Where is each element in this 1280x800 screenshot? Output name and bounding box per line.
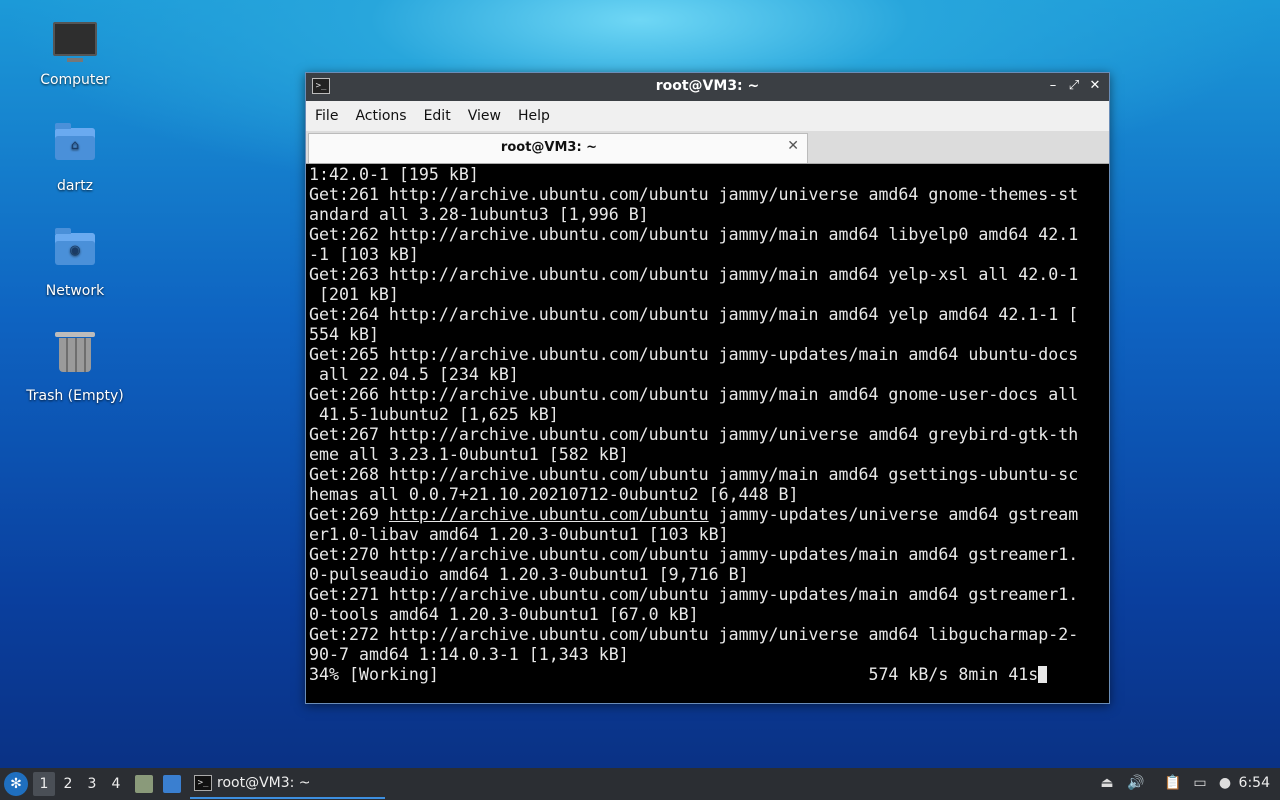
terminal-link[interactable]: http://archive.ubuntu.com/ubuntu bbox=[389, 505, 709, 524]
clock[interactable]: 6:54 bbox=[1239, 775, 1270, 791]
desktop-icon-network[interactable]: ◉ Network bbox=[20, 227, 130, 299]
terminal-line: er1.0-libav amd64 1.20.3-0ubuntu1 [103 k… bbox=[309, 525, 729, 544]
terminal-line: all 22.04.5 [234 kB] bbox=[309, 365, 519, 384]
desktop-icon-trash[interactable]: Trash (Empty) bbox=[20, 332, 130, 404]
terminal-line: Get:270 http://archive.ubuntu.com/ubuntu… bbox=[309, 545, 1079, 564]
terminal-line: 554 kB] bbox=[309, 325, 379, 344]
desktop-icon-label: dartz bbox=[56, 178, 94, 194]
menu-view[interactable]: View bbox=[459, 101, 509, 124]
volume-icon[interactable]: 🔊 bbox=[1127, 774, 1145, 792]
whisker-menu-button[interactable]: ✻ bbox=[4, 772, 28, 796]
terminal-line: Get:267 http://archive.ubuntu.com/ubuntu… bbox=[309, 425, 1079, 444]
terminal-line: Get:272 http://archive.ubuntu.com/ubuntu… bbox=[309, 625, 1079, 644]
desktop-icon-dartz[interactable]: ⌂ dartz bbox=[20, 122, 130, 194]
terminal-line: andard all 3.28-1ubuntu3 [1,996 B] bbox=[309, 205, 649, 224]
terminal-line: Get:269 http://archive.ubuntu.com/ubuntu… bbox=[309, 505, 1079, 524]
eject-icon[interactable]: ⏏ bbox=[1098, 774, 1116, 792]
terminal-line: 0-tools amd64 1.20.3-0ubuntu1 [67.0 kB] bbox=[309, 605, 699, 624]
window-titlebar[interactable]: >_ root@VM3: ~ – ⤢ ✕ bbox=[306, 73, 1109, 101]
terminal-line: Get:261 http://archive.ubuntu.com/ubuntu… bbox=[309, 185, 1079, 204]
notification-icon[interactable]: ● bbox=[1216, 774, 1234, 792]
task-terminal[interactable]: >_ root@VM3: ~ bbox=[190, 771, 385, 799]
file-manager-launcher-icon[interactable] bbox=[135, 775, 153, 793]
tab-terminal[interactable]: root@VM3: ~ ✕ bbox=[308, 133, 808, 163]
menu-edit[interactable]: Edit bbox=[415, 101, 459, 124]
terminal-line: hemas all 0.0.7+21.10.20210712-0ubuntu2 … bbox=[309, 485, 799, 504]
menu-bar: File Actions Edit View Help bbox=[306, 101, 1109, 131]
terminal-line: 41.5-1ubuntu2 [1,625 kB] bbox=[309, 405, 559, 424]
terminal-line: Get:266 http://archive.ubuntu.com/ubuntu… bbox=[309, 385, 1079, 404]
network-folder-icon: ◉ bbox=[53, 228, 97, 277]
terminal-status-line: 34% [Working] 574 kB/s 8min 41s bbox=[309, 665, 1089, 685]
terminal-line: [201 kB] bbox=[309, 285, 399, 304]
terminal-window[interactable]: >_ root@VM3: ~ – ⤢ ✕ File Actions Edit View… bbox=[305, 72, 1110, 704]
window-title: root@VM3: ~ bbox=[655, 78, 760, 94]
task-label: root@VM3: ~ bbox=[217, 775, 311, 791]
desktop-icon-label: Computer bbox=[40, 72, 110, 88]
desktop-icon-computer[interactable]: Computer bbox=[20, 18, 130, 88]
maximize-button[interactable]: ⤢ bbox=[1065, 77, 1083, 95]
desktop-icon-label: Trash (Empty) bbox=[26, 388, 124, 404]
workspace-4[interactable]: 4 bbox=[105, 772, 127, 796]
terminal-line: 90-7 amd64 1:14.0.3-1 [1,343 kB] bbox=[309, 645, 629, 664]
menu-file[interactable]: File bbox=[306, 101, 346, 124]
terminal-cursor bbox=[1038, 666, 1048, 683]
workspace-1[interactable]: 1 bbox=[33, 772, 55, 796]
terminal-line: 1:42.0-1 [195 kB] bbox=[309, 165, 479, 184]
terminal-task-icon: >_ bbox=[194, 775, 212, 791]
terminal-line: eme all 3.23.1-0ubuntu1 [582 kB] bbox=[309, 445, 629, 464]
tab-close-icon[interactable]: ✕ bbox=[787, 138, 799, 154]
terminal-line: Get:262 http://archive.ubuntu.com/ubuntu… bbox=[309, 225, 1079, 244]
menu-help[interactable]: Help bbox=[509, 101, 558, 124]
terminal-line: Get:271 http://archive.ubuntu.com/ubuntu… bbox=[309, 585, 1079, 604]
terminal-line: Get:264 http://archive.ubuntu.com/ubuntu… bbox=[309, 305, 1079, 324]
home-folder-icon: ⌂ bbox=[53, 123, 97, 172]
terminal-line: -1 [103 kB] bbox=[309, 245, 419, 264]
close-button[interactable]: ✕ bbox=[1086, 77, 1104, 95]
terminal-line: 0-pulseaudio amd64 1.20.3-0ubuntu1 [9,71… bbox=[309, 565, 749, 584]
network-status-icon[interactable]: ▭ bbox=[1191, 774, 1209, 792]
desktop-icon-label: Network bbox=[45, 283, 105, 299]
terminal-output[interactable]: 1:42.0-1 [195 kB] Get:261 http://archive.… bbox=[309, 165, 1089, 699]
tab-bar: root@VM3: ~ ✕ bbox=[306, 131, 1109, 164]
trash-icon bbox=[53, 332, 97, 382]
workspace-3[interactable]: 3 bbox=[81, 772, 103, 796]
show-desktop-icon[interactable] bbox=[163, 775, 181, 793]
menu-actions[interactable]: Actions bbox=[346, 101, 414, 124]
minimize-button[interactable]: – bbox=[1044, 77, 1062, 95]
tab-label: root@VM3: ~ bbox=[500, 140, 598, 155]
taskbar: ✻ 1 2 3 4 >_ root@VM3: ~ ⏏ 🔊 📋 ▭ ● 6:54 bbox=[0, 768, 1280, 800]
workspace-2[interactable]: 2 bbox=[57, 772, 79, 796]
computer-icon bbox=[53, 22, 97, 66]
terminal-line: Get:268 http://archive.ubuntu.com/ubuntu… bbox=[309, 465, 1079, 484]
clipboard-icon[interactable]: 📋 bbox=[1164, 774, 1182, 792]
terminal-line: Get:263 http://archive.ubuntu.com/ubuntu… bbox=[309, 265, 1079, 284]
terminal-line: Get:265 http://archive.ubuntu.com/ubuntu… bbox=[309, 345, 1079, 364]
terminal-scrollbar[interactable] bbox=[1093, 167, 1105, 697]
